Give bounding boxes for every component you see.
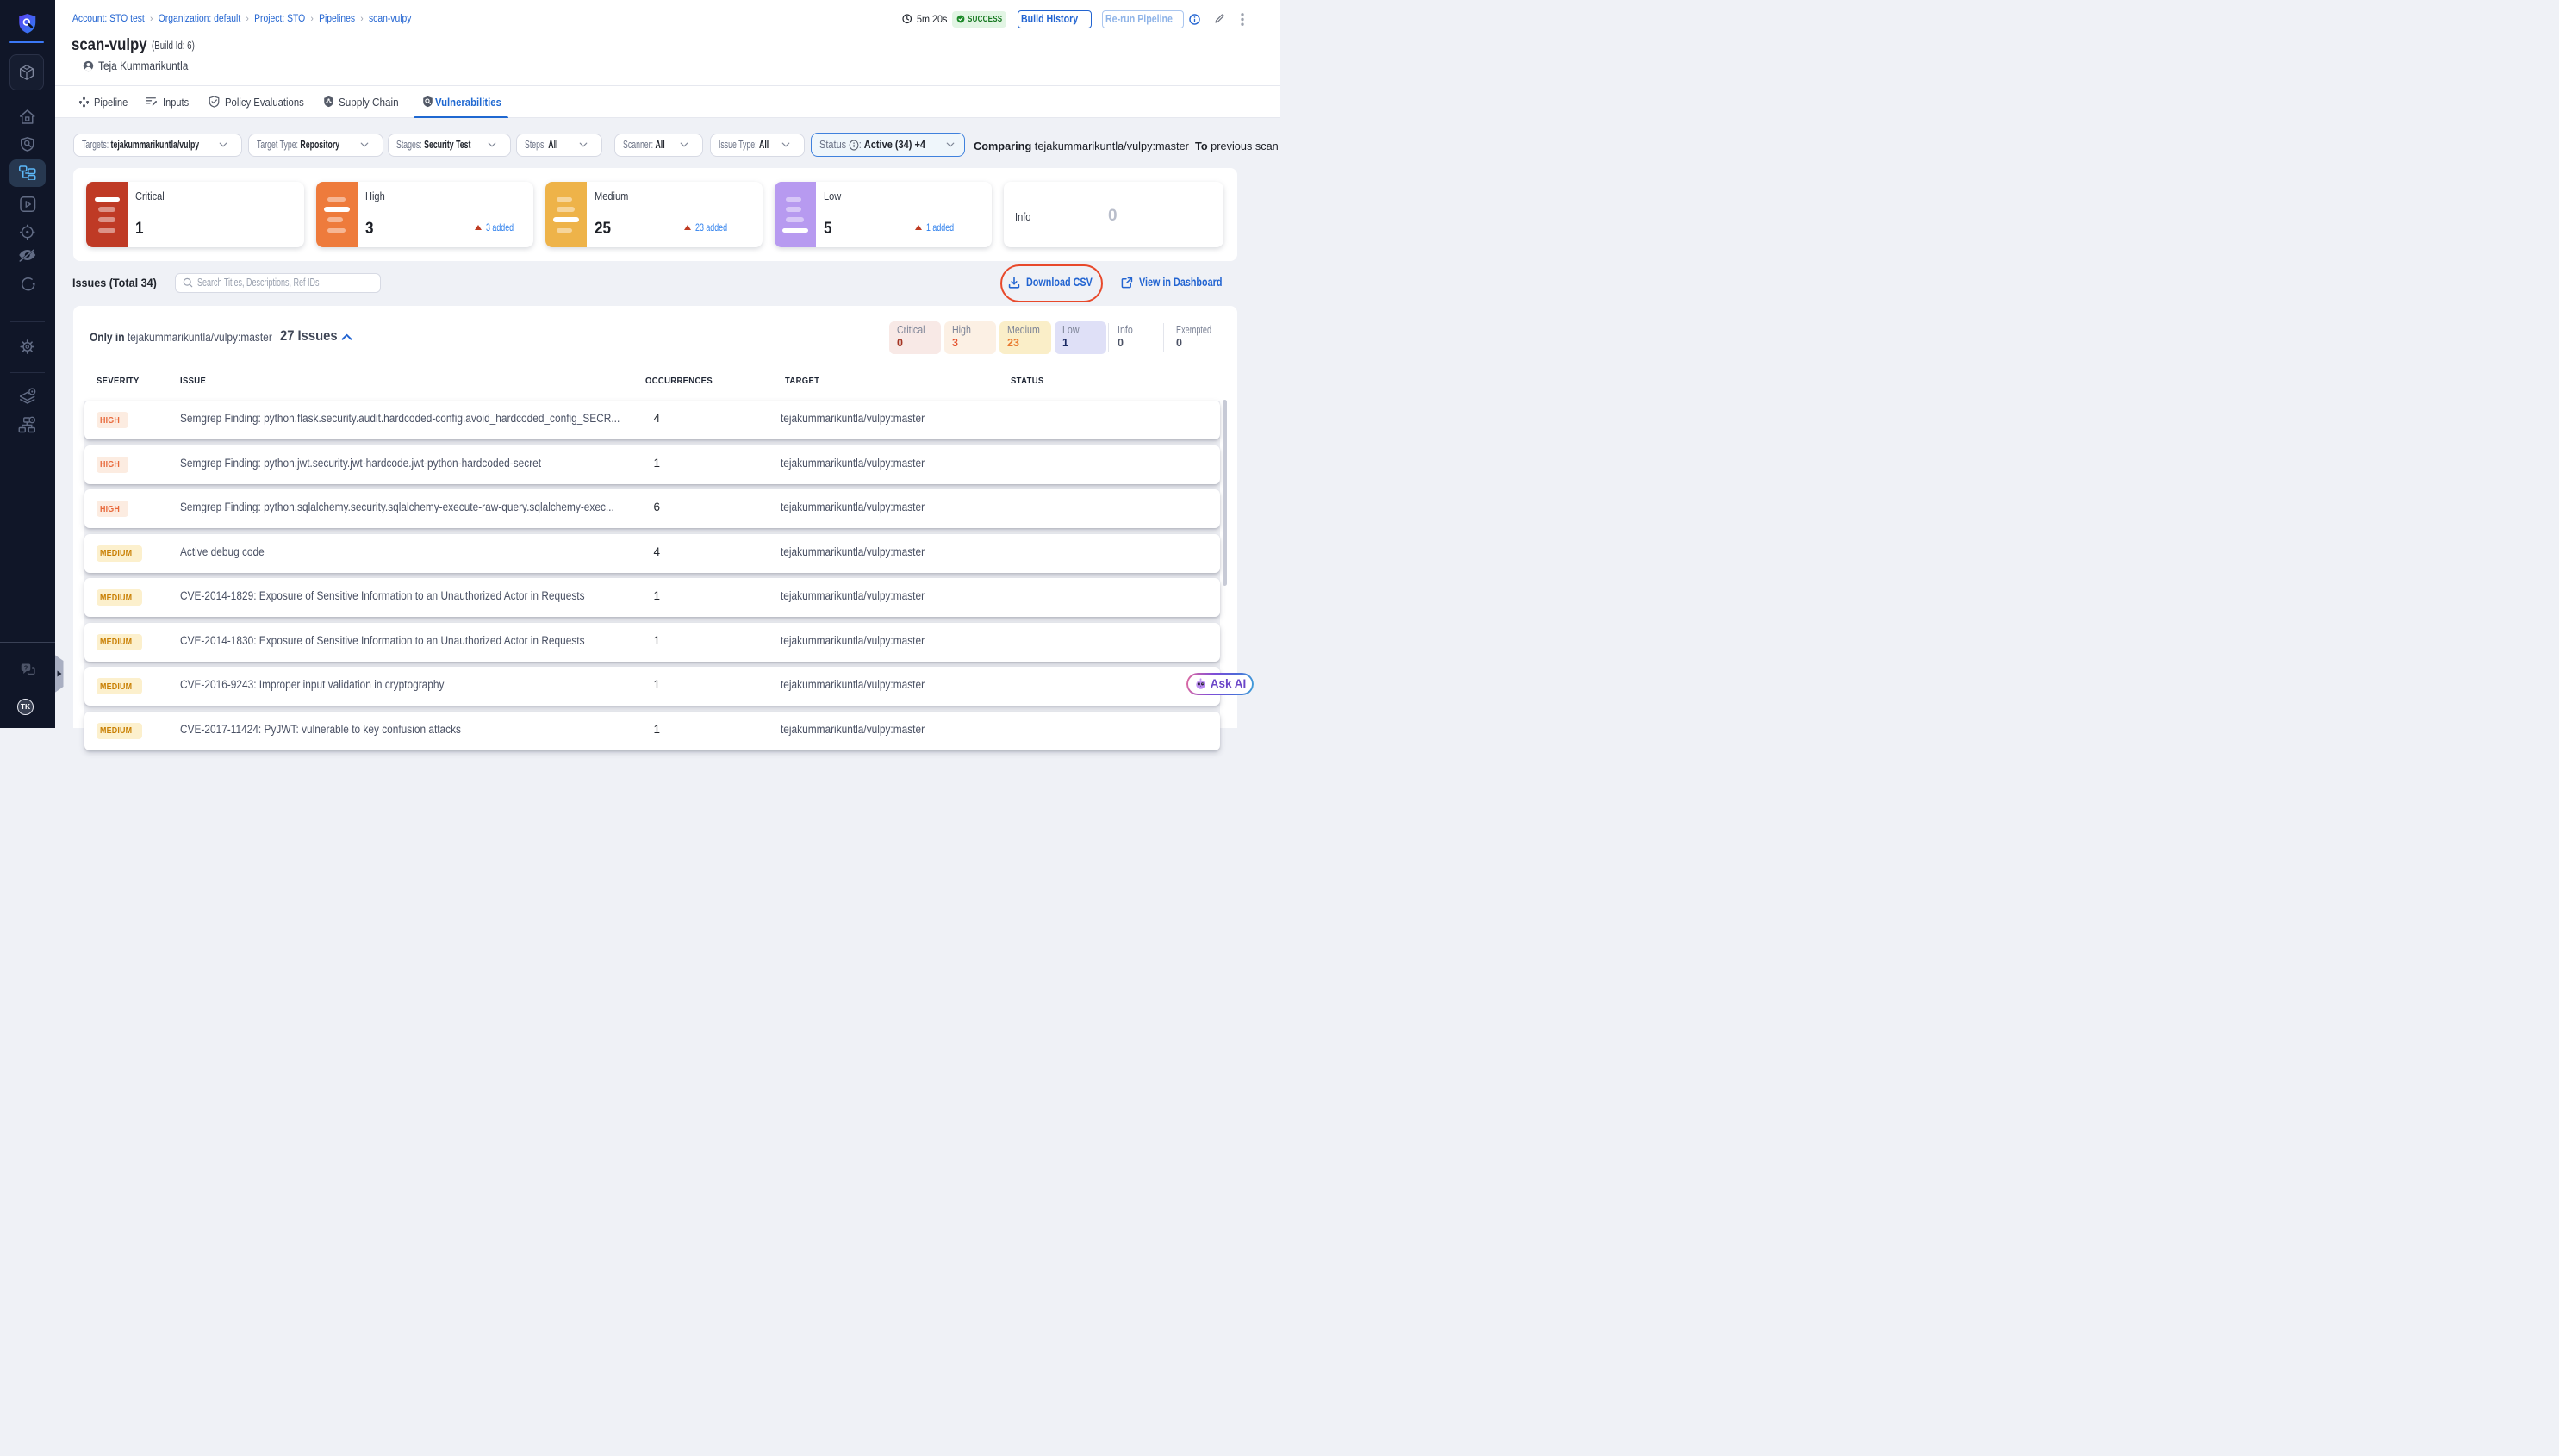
svg-text:?: ?	[24, 665, 28, 671]
